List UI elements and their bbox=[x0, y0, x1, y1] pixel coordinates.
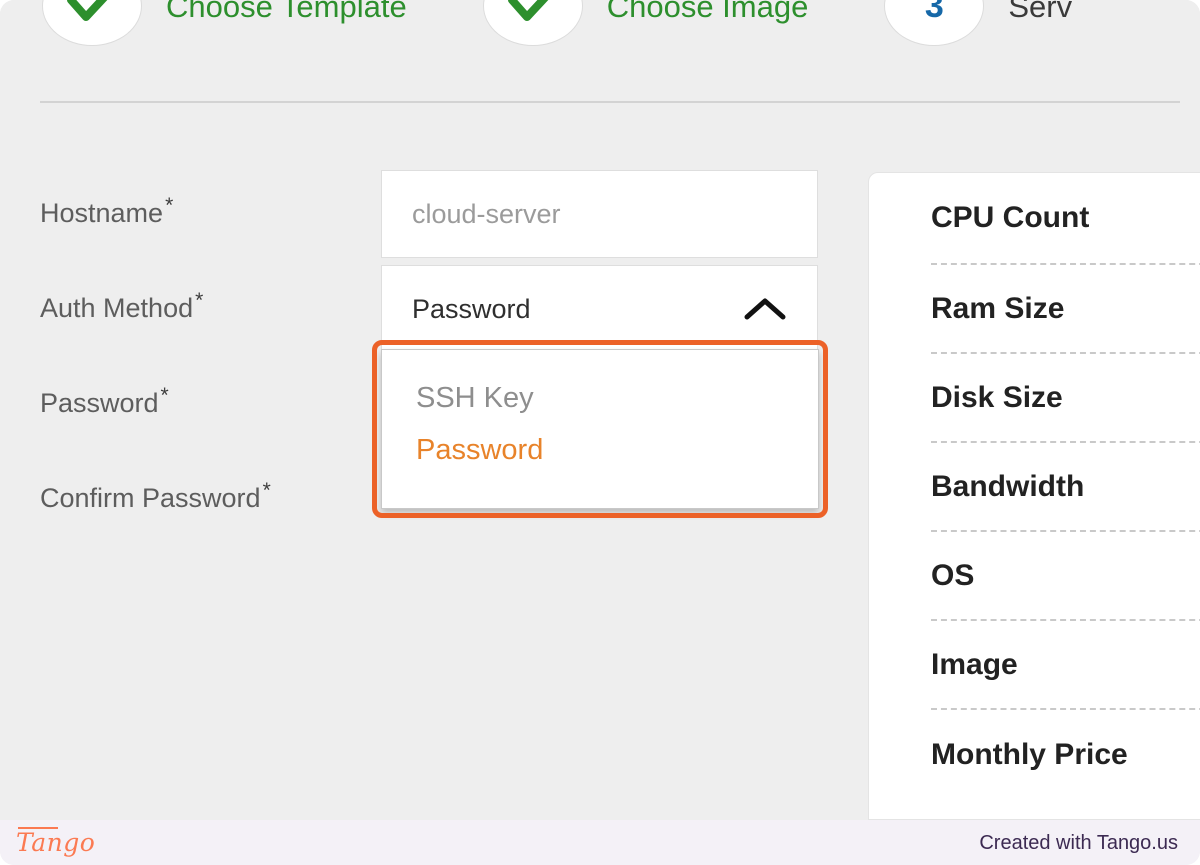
auth-method-label-text: Auth Method bbox=[40, 293, 194, 323]
required-marker: * bbox=[165, 194, 174, 217]
tango-footer: Tango Created with Tango.us bbox=[0, 820, 1200, 865]
summary-item-os: OS bbox=[931, 532, 1200, 621]
hostname-input[interactable]: cloud-server bbox=[381, 170, 818, 258]
confirm-password-label-text: Confirm Password bbox=[40, 483, 261, 513]
required-marker: * bbox=[160, 384, 169, 407]
summary-item-disk-size: Disk Size bbox=[931, 354, 1200, 443]
confirm-password-label: Confirm Password* bbox=[40, 479, 271, 514]
step-choose-image[interactable]: Choose Image bbox=[482, 0, 809, 46]
summary-item-label: Bandwidth bbox=[931, 469, 1085, 503]
step-1-circle bbox=[42, 0, 142, 46]
summary-item-label: Image bbox=[931, 647, 1018, 681]
tango-logo[interactable]: Tango bbox=[16, 827, 95, 855]
step-3-circle: 3 bbox=[884, 0, 985, 46]
chevron-up-icon[interactable] bbox=[743, 296, 787, 322]
step-2-circle bbox=[482, 0, 583, 46]
summary-item-label: OS bbox=[931, 558, 975, 592]
summary-item-label: CPU Count bbox=[931, 201, 1090, 234]
auth-method-label: Auth Method* bbox=[40, 289, 203, 324]
summary-item-ram-size: Ram Size bbox=[931, 265, 1200, 354]
check-icon bbox=[507, 0, 548, 21]
hostname-label: Hostname* bbox=[40, 194, 173, 229]
app-content-area: Choose Template Choose Image 3 Serv Host… bbox=[0, 0, 1200, 820]
auth-method-selected-value: Password bbox=[412, 293, 531, 324]
step-2-label: Choose Image bbox=[606, 0, 809, 24]
footer-credit-text: Created with Tango.us bbox=[979, 831, 1178, 854]
summary-item-label: Ram Size bbox=[931, 291, 1065, 325]
password-label: Password* bbox=[40, 384, 169, 419]
hostname-input-value: cloud-server bbox=[412, 198, 561, 229]
password-label-text: Password bbox=[40, 388, 159, 418]
step-3-label: Serv bbox=[1008, 0, 1073, 24]
form-row-hostname: Hostname* cloud-server bbox=[40, 170, 822, 265]
step-server-details[interactable]: 3 Serv bbox=[884, 0, 1072, 46]
summary-item-bandwidth: Bandwidth bbox=[931, 443, 1200, 532]
check-icon bbox=[67, 0, 108, 21]
summary-item-image: Image bbox=[931, 621, 1200, 710]
summary-item-label: Monthly Price bbox=[931, 737, 1128, 771]
server-summary-card: CPU Count Ram Size Disk Size Bandwidth O… bbox=[868, 172, 1200, 820]
header-divider bbox=[40, 101, 1180, 103]
summary-item-label: Disk Size bbox=[931, 380, 1063, 414]
step-3-number: 3 bbox=[924, 0, 944, 25]
dropdown-highlight-outline bbox=[372, 340, 828, 518]
required-marker: * bbox=[262, 479, 271, 502]
screenshot-frame: Choose Template Choose Image 3 Serv Host… bbox=[0, 0, 1200, 865]
required-marker: * bbox=[195, 289, 204, 312]
summary-item-cpu-count: CPU Count bbox=[931, 173, 1200, 265]
wizard-stepper: Choose Template Choose Image 3 Serv bbox=[0, 0, 1200, 46]
summary-item-monthly-price: Monthly Price bbox=[931, 710, 1200, 799]
step-choose-template[interactable]: Choose Template bbox=[0, 0, 407, 46]
step-1-label: Choose Template bbox=[166, 0, 407, 24]
hostname-label-text: Hostname bbox=[40, 198, 164, 228]
